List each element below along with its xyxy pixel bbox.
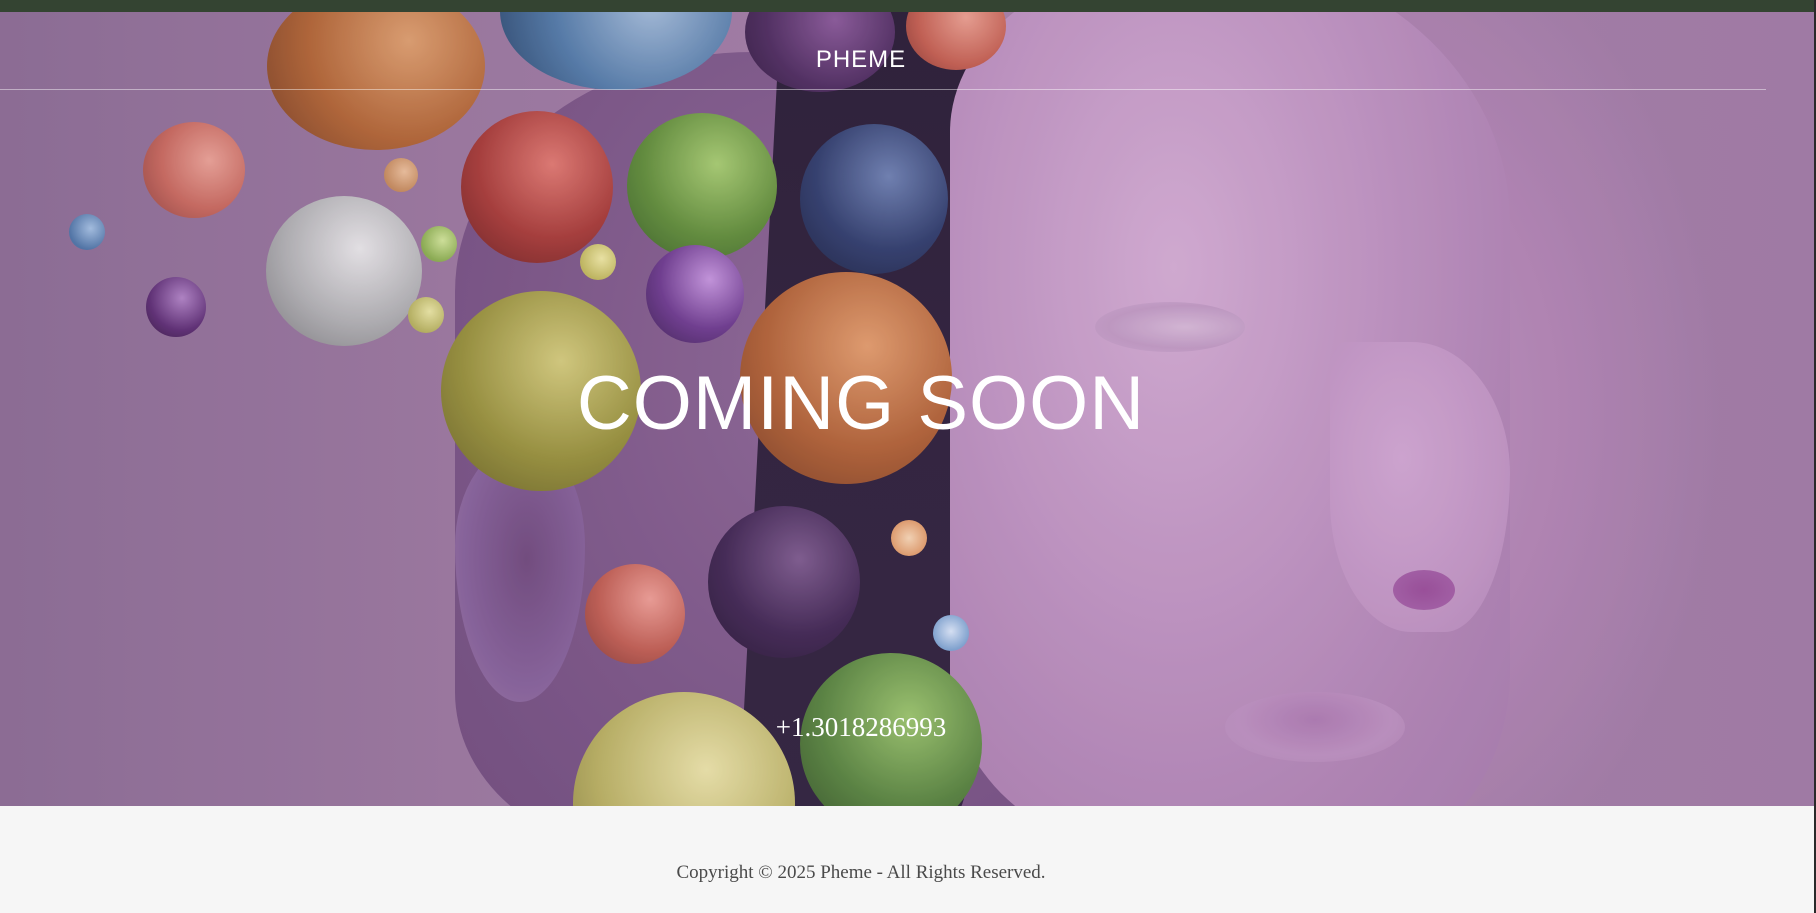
phone-number-link[interactable]: +1.3018286993 [0, 712, 1722, 743]
copyright-text: Copyright © 2025 Pheme - All Rights Rese… [676, 862, 1046, 883]
top-accent-bar [0, 0, 1816, 12]
hero-section: PHEME COMING SOON +1.3018286993 [0, 12, 1816, 806]
coming-soon-heading: COMING SOON [576, 361, 1146, 446]
footer: Copyright © 2025 Pheme - All Rights Rese… [0, 806, 1814, 913]
site-title[interactable]: PHEME [0, 46, 1722, 74]
header-divider [0, 89, 1766, 90]
